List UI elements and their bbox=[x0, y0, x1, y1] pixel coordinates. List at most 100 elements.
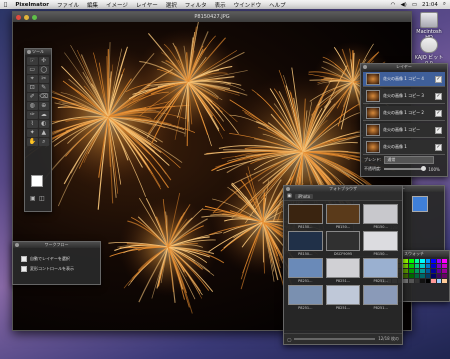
window-titlebar[interactable]: P8150427.JPG bbox=[13, 12, 411, 22]
color-swatch[interactable] bbox=[403, 264, 408, 268]
tool-button[interactable]: ✑ bbox=[27, 111, 38, 119]
color-swatch[interactable] bbox=[420, 259, 425, 263]
photo-thumbnail[interactable]: P8251... bbox=[325, 285, 361, 310]
color-swatch[interactable] bbox=[414, 274, 420, 278]
photo-thumbnail[interactable]: P8251... bbox=[363, 285, 398, 310]
photo-thumbnail[interactable]: P8251... bbox=[325, 258, 361, 283]
photo-thumbnail[interactable]: P8251... bbox=[288, 258, 323, 283]
menu-layer[interactable]: レイヤー bbox=[132, 1, 162, 9]
tool-button[interactable]: ◯ bbox=[38, 66, 49, 74]
layer-row[interactable]: 花火の画像 1 コピー 2 ✓ bbox=[363, 106, 445, 121]
tool-button[interactable]: ☞ bbox=[27, 57, 38, 65]
photo-thumbnail[interactable]: P8150... bbox=[288, 204, 323, 229]
color-swatch[interactable] bbox=[436, 274, 442, 278]
tool-button[interactable]: ⌕ bbox=[38, 138, 49, 146]
zoom-slider[interactable] bbox=[294, 338, 376, 340]
menu-edit[interactable]: 編集 bbox=[83, 1, 102, 9]
layer-visibility-checkbox[interactable]: ✓ bbox=[435, 109, 442, 117]
tool-button[interactable]: ⊕ bbox=[38, 102, 49, 110]
menu-file[interactable]: ファイル bbox=[53, 1, 83, 9]
layer-row[interactable]: 花火の画像 1 コピー 4 ✓ bbox=[363, 72, 445, 87]
tool-button[interactable]: ⌇ bbox=[27, 120, 38, 128]
color-swatch[interactable] bbox=[442, 279, 447, 283]
checkbox[interactable] bbox=[21, 266, 27, 272]
tool-button[interactable]: ✎ bbox=[38, 84, 49, 92]
color-swatch[interactable] bbox=[420, 264, 425, 268]
menu-filter[interactable]: フィルタ bbox=[181, 1, 211, 9]
color-swatch[interactable] bbox=[442, 259, 447, 263]
photo-thumbnail[interactable]: P8251... bbox=[363, 258, 398, 283]
close-icon[interactable] bbox=[27, 50, 31, 54]
color-swatch[interactable] bbox=[425, 269, 431, 273]
color-swatch[interactable] bbox=[414, 279, 420, 283]
source-tab[interactable]: iPhoto bbox=[294, 193, 314, 199]
checkbox[interactable] bbox=[21, 256, 27, 262]
layer-visibility-checkbox[interactable]: ✓ bbox=[435, 92, 442, 100]
spotlight-icon[interactable]: ⌕ bbox=[443, 1, 446, 8]
apple-menu-icon[interactable]:  bbox=[0, 2, 11, 8]
screen-mode-icon[interactable]: ◫ bbox=[39, 195, 45, 202]
color-swatch[interactable] bbox=[442, 264, 447, 268]
color-swatch[interactable] bbox=[431, 279, 436, 283]
tool-button[interactable]: ✂ bbox=[38, 75, 49, 83]
color-swatch[interactable] bbox=[403, 259, 408, 263]
photo-thumbnail[interactable]: P8150... bbox=[363, 231, 398, 256]
menu-window[interactable]: ウインドウ bbox=[230, 1, 266, 9]
clock[interactable]: 21:04 bbox=[422, 2, 438, 8]
close-icon[interactable] bbox=[363, 65, 367, 69]
close-icon[interactable] bbox=[15, 243, 19, 247]
layer-row[interactable]: 花火の画像 1 コピー 3 ✓ bbox=[363, 89, 445, 104]
menu-image[interactable]: イメージ bbox=[102, 1, 132, 9]
tool-button[interactable]: ⊡ bbox=[27, 84, 38, 92]
color-swatch[interactable] bbox=[420, 269, 425, 273]
color-swatch[interactable] bbox=[414, 264, 420, 268]
color-swatch[interactable] bbox=[436, 264, 442, 268]
color-swatch[interactable] bbox=[420, 279, 425, 283]
tool-button[interactable]: ✋ bbox=[27, 138, 38, 146]
color-swatch[interactable] bbox=[431, 274, 436, 278]
color-swatch[interactable] bbox=[425, 274, 431, 278]
tool-button[interactable]: ⌫ bbox=[38, 93, 49, 101]
tool-button[interactable]: ◐ bbox=[38, 120, 49, 128]
close-icon[interactable] bbox=[286, 187, 290, 191]
color-swatch[interactable] bbox=[408, 274, 414, 278]
color-swatch[interactable] bbox=[408, 264, 414, 268]
tools-header[interactable]: ツール bbox=[25, 49, 51, 55]
blend-mode-select[interactable]: 通常 bbox=[384, 156, 435, 164]
color-swatch[interactable] bbox=[436, 269, 442, 273]
color-swatch[interactable] bbox=[436, 259, 442, 263]
tool-button[interactable]: ▭ bbox=[27, 66, 38, 74]
photo-thumbnail[interactable]: P8150... bbox=[363, 204, 398, 229]
color-swatch[interactable] bbox=[403, 274, 408, 278]
layer-row[interactable]: 花火の画像 1 ✓ bbox=[363, 140, 445, 155]
tool-button[interactable]: ✦ bbox=[27, 129, 38, 137]
tool-button[interactable]: ▲ bbox=[38, 129, 49, 137]
color-swatch[interactable] bbox=[431, 259, 436, 263]
color-swatch[interactable] bbox=[408, 279, 414, 283]
tool-button[interactable]: ☁ bbox=[38, 111, 49, 119]
auto-select-layer-option[interactable]: 自動でレイヤーを選択 bbox=[13, 254, 100, 264]
workflow-header[interactable]: ワークフロー bbox=[13, 242, 100, 248]
color-swatch[interactable] bbox=[425, 279, 431, 283]
menu-view[interactable]: 表示 bbox=[211, 1, 230, 9]
quick-mask-icon[interactable]: ▣ bbox=[30, 195, 36, 202]
app-menu[interactable]: Pixelmator bbox=[11, 2, 53, 8]
photo-thumbnail[interactable]: P8150... bbox=[325, 204, 361, 229]
menu-select[interactable]: 選択 bbox=[162, 1, 181, 9]
color-swatch[interactable] bbox=[442, 274, 447, 278]
color-swatch[interactable] bbox=[408, 259, 414, 263]
photo-browser-header[interactable]: フォトブラウザ bbox=[284, 186, 402, 192]
menu-help[interactable]: ヘルプ bbox=[265, 1, 290, 9]
color-swatch[interactable] bbox=[403, 279, 408, 283]
tool-button[interactable]: ✢ bbox=[38, 57, 49, 65]
foreground-color-swatch[interactable] bbox=[31, 175, 43, 187]
color-swatch[interactable] bbox=[425, 259, 431, 263]
battery-icon[interactable]: ▭ bbox=[412, 2, 417, 8]
show-transform-controls-option[interactable]: 変形コントロールを表示 bbox=[13, 264, 100, 274]
photo-thumbnail[interactable]: P8150... bbox=[288, 231, 323, 256]
color-swatch[interactable] bbox=[431, 269, 436, 273]
volume-icon[interactable]: ◀) bbox=[400, 2, 406, 8]
color-swatch[interactable] bbox=[431, 264, 436, 268]
color-swatch[interactable] bbox=[414, 269, 420, 273]
color-swatch[interactable] bbox=[403, 269, 408, 273]
